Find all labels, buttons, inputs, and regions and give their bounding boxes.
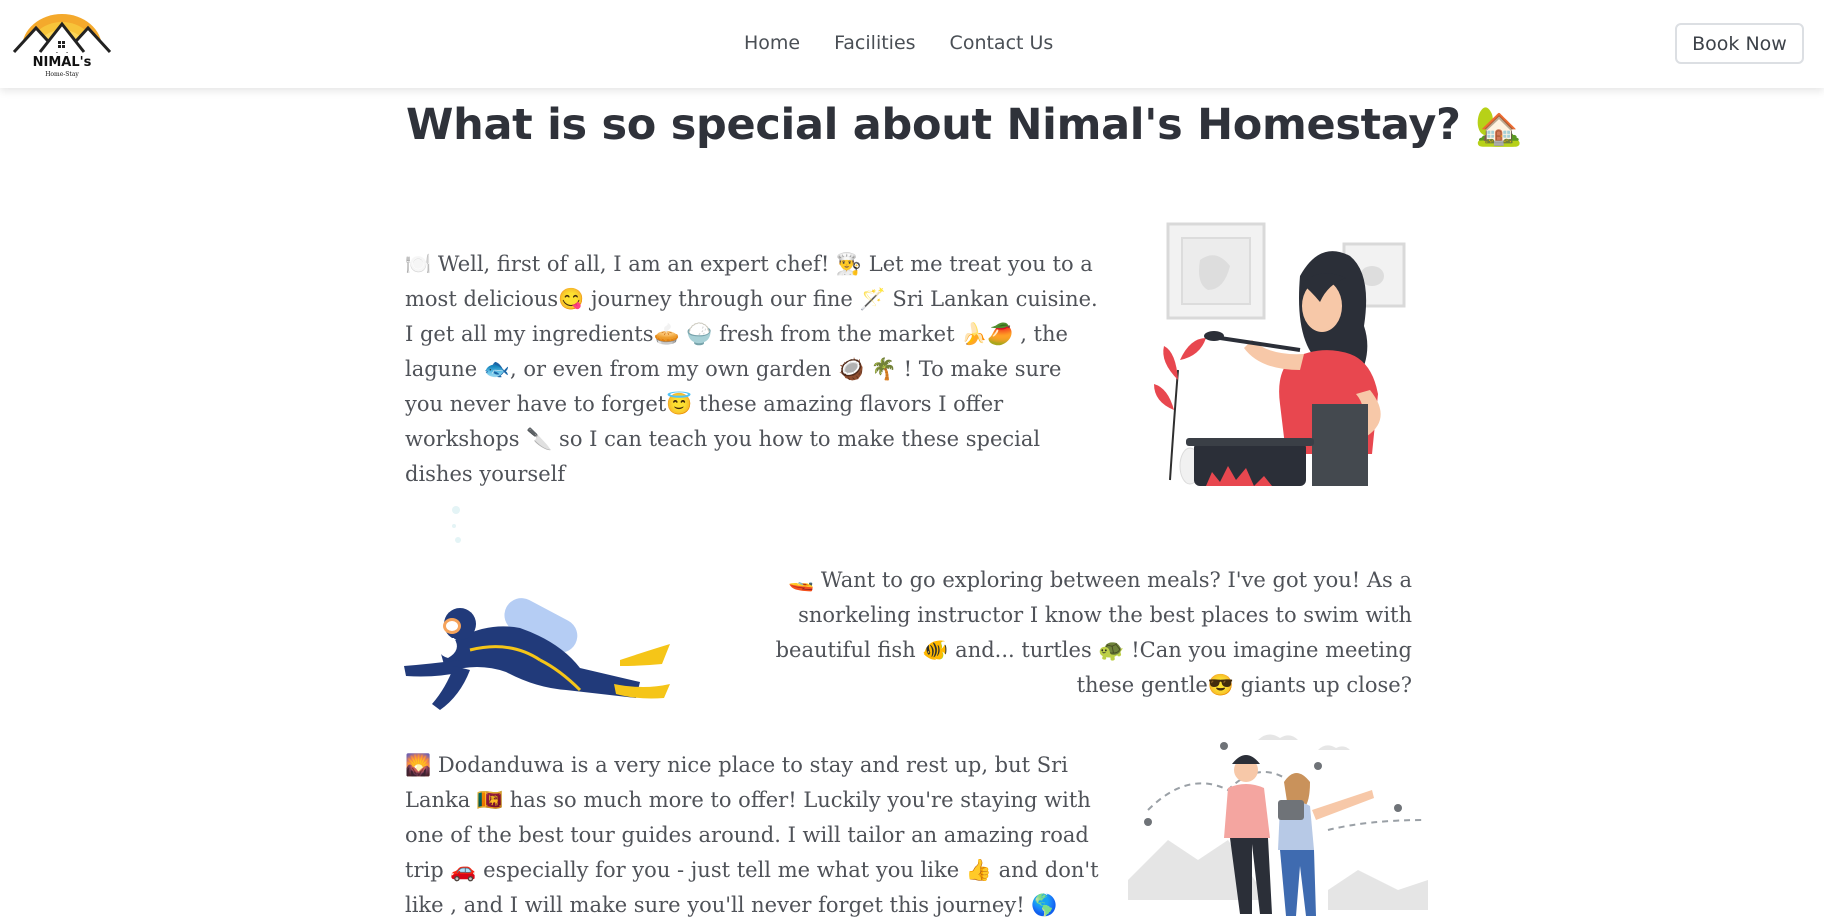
chef-illustration xyxy=(1150,220,1410,486)
tour-paragraph: 🌄 Dodanduwa is a very nice place to stay… xyxy=(405,753,1099,917)
house-logo-icon: NIMAL's Home-Stay xyxy=(12,14,112,78)
diver-illustration xyxy=(400,500,672,710)
travel-illustration xyxy=(1128,730,1428,920)
navbar: NIMAL's Home-Stay Home Facilities Contac… xyxy=(0,0,1824,88)
nav-links: Home Facilities Contact Us xyxy=(744,0,1053,86)
snorkel-paragraph: 🚤 Want to go exploring between meals? I'… xyxy=(775,568,1412,697)
page-title-text: What is so special about Nimal's Homesta… xyxy=(406,100,1461,150)
nav-home[interactable]: Home xyxy=(744,32,800,54)
page-title: What is so special about Nimal's Homesta… xyxy=(406,100,1523,150)
nav-facilities[interactable]: Facilities xyxy=(834,32,915,54)
nav-contact-us[interactable]: Contact Us xyxy=(950,32,1054,54)
svg-text:Home-Stay: Home-Stay xyxy=(45,71,79,78)
book-now-button[interactable]: Book Now xyxy=(1675,23,1804,64)
brand-logo[interactable]: NIMAL's Home-Stay xyxy=(12,8,112,82)
house-emoji-icon: 🏡 xyxy=(1475,104,1523,148)
chef-paragraph: 🍽️ Well, first of all, I am an expert ch… xyxy=(405,252,1098,486)
svg-text:NIMAL's: NIMAL's xyxy=(33,55,92,70)
